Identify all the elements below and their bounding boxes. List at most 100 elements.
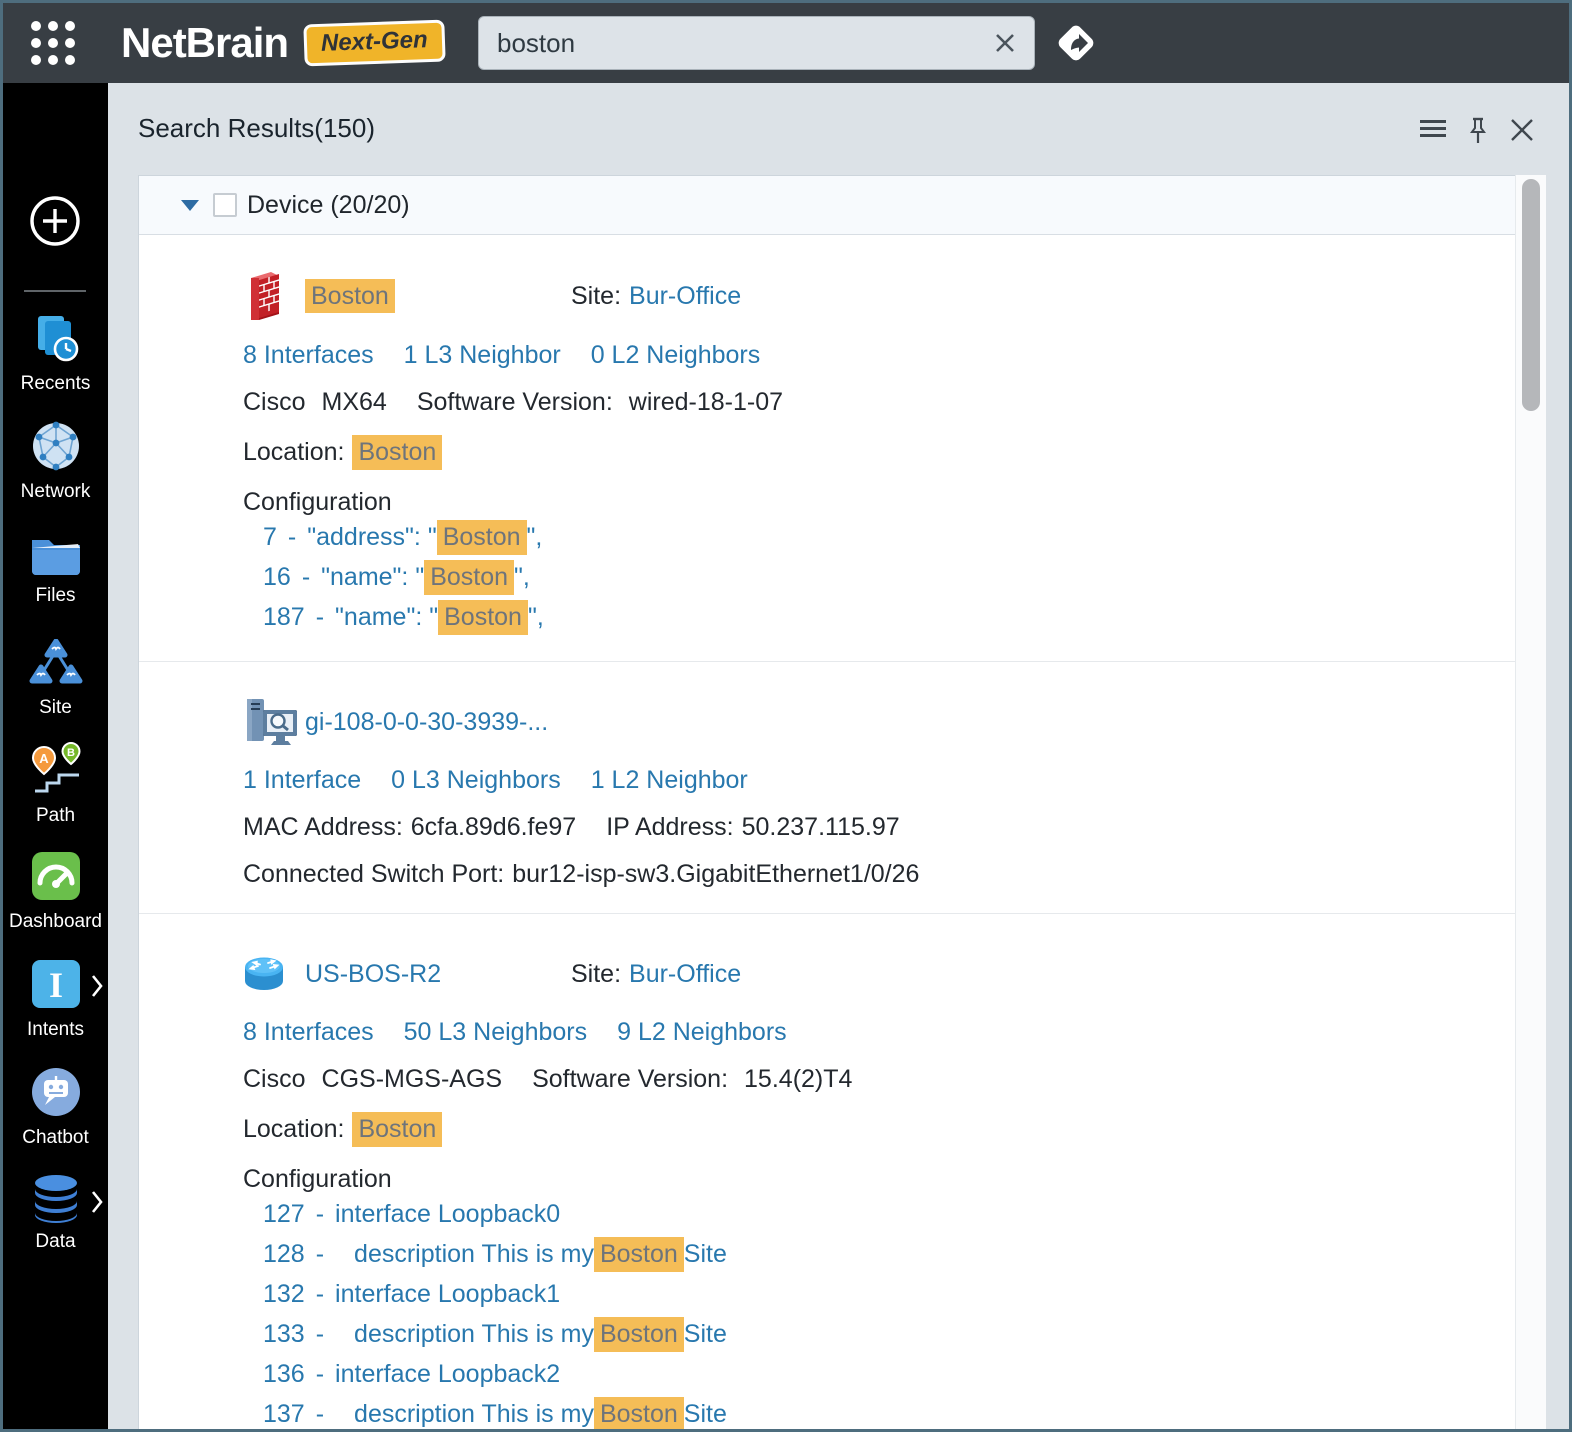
site-label: Site: bbox=[571, 282, 621, 311]
interfaces-link[interactable]: 8 Interfaces bbox=[243, 1018, 374, 1047]
match-highlight: Boston bbox=[594, 1397, 684, 1432]
collapse-triangle-icon[interactable] bbox=[181, 200, 199, 211]
sidebar-item-label: Path bbox=[3, 805, 108, 827]
config-line[interactable]: 137 - description This is my Boston Site bbox=[263, 1394, 1495, 1432]
netbrain-app-window: NetBrain Next-Gen bbox=[0, 0, 1572, 1432]
config-line[interactable]: 127 - interface Loopback0 bbox=[263, 1194, 1495, 1234]
site-label: Site: bbox=[571, 960, 621, 989]
sidebar-item-label: Chatbot bbox=[3, 1127, 108, 1149]
l2-neighbors-link[interactable]: 9 L2 Neighbors bbox=[617, 1018, 787, 1047]
config-line[interactable]: 16 - "name": "Boston", bbox=[263, 557, 1495, 597]
l2-neighbors-link[interactable]: 1 L2 Neighbor bbox=[591, 766, 748, 795]
device-group-header: Device (20/20) bbox=[139, 176, 1515, 235]
sidebar-item-label: Recents bbox=[3, 373, 108, 395]
sidebar-divider bbox=[24, 290, 86, 292]
config-line[interactable]: 128 - description This is my Boston Site bbox=[263, 1234, 1495, 1274]
sidebar-item-site[interactable]: Site bbox=[3, 639, 108, 719]
network-icon bbox=[29, 419, 83, 473]
router-icon bbox=[243, 955, 305, 993]
device-name-link[interactable]: gi-108-0-0-30-3939-... bbox=[305, 708, 548, 736]
vendor: Cisco bbox=[243, 1065, 306, 1094]
panel-close-icon[interactable] bbox=[1509, 117, 1535, 143]
go-search-icon[interactable] bbox=[1051, 18, 1101, 68]
global-search-box[interactable] bbox=[478, 16, 1035, 70]
sidebar-item-label: Site bbox=[3, 697, 108, 719]
results-card: Device (20/20) bbox=[138, 175, 1516, 1432]
interfaces-link[interactable]: 1 Interface bbox=[243, 766, 361, 795]
app-grid-icon[interactable] bbox=[31, 21, 75, 65]
site-icon bbox=[28, 639, 84, 689]
sidebar-item-intents[interactable]: I Intents bbox=[3, 957, 108, 1041]
panel-menu-icon[interactable] bbox=[1419, 117, 1447, 141]
config-line[interactable]: 7 - "address": "Boston", bbox=[263, 517, 1495, 557]
recents-icon bbox=[29, 311, 83, 365]
location-value: Boston bbox=[352, 1112, 442, 1147]
end-system-icon bbox=[243, 696, 305, 748]
search-results-panel: Search Results(150) Device (20/20) bbox=[108, 83, 1569, 1429]
site-link[interactable]: Bur-Office bbox=[629, 282, 741, 311]
mac-label: MAC Address: bbox=[243, 813, 403, 842]
config-line[interactable]: 187 - "name": "Boston", bbox=[263, 597, 1495, 637]
interfaces-link[interactable]: 8 Interfaces bbox=[243, 341, 374, 370]
model: CGS-MGS-AGS bbox=[322, 1065, 503, 1094]
switch-port-value: bur12-isp-sw3.GigabitEthernet1/0/26 bbox=[512, 860, 919, 889]
intents-icon: I bbox=[29, 957, 83, 1011]
software-version-label: Software Version: bbox=[417, 388, 613, 417]
vendor: Cisco bbox=[243, 388, 306, 417]
svg-text:I: I bbox=[48, 965, 62, 1005]
sidebar-item-label: Files bbox=[3, 585, 108, 607]
sidebar-item-files[interactable]: Files bbox=[3, 531, 108, 607]
sidebar-item-recents[interactable]: Recents bbox=[3, 311, 108, 395]
dashboard-icon bbox=[29, 849, 83, 903]
result-entry-endsystem: gi-108-0-0-30-3939-... 1 Interface 0 L3 … bbox=[139, 662, 1515, 914]
data-expand-icon[interactable] bbox=[90, 1189, 104, 1215]
sidebar-item-label: Data bbox=[3, 1231, 108, 1253]
l2-neighbors-link[interactable]: 0 L2 Neighbors bbox=[591, 341, 761, 370]
config-line[interactable]: 133 - description This is my Boston Site bbox=[263, 1314, 1495, 1354]
search-clear-icon[interactable] bbox=[992, 30, 1018, 56]
global-search-input[interactable] bbox=[495, 27, 992, 60]
left-sidebar: Recents Network bbox=[3, 83, 108, 1429]
software-version-value: wired-18-1-07 bbox=[629, 388, 783, 417]
device-name-link[interactable]: Boston bbox=[305, 279, 395, 313]
intents-expand-icon[interactable] bbox=[90, 973, 104, 999]
match-highlight: Boston bbox=[437, 520, 527, 555]
results-scrollbar-track[interactable] bbox=[1515, 175, 1546, 1429]
sidebar-item-data[interactable]: Data bbox=[3, 1173, 108, 1253]
software-version-value: 15.4(2)T4 bbox=[744, 1065, 852, 1094]
switch-port-label: Connected Switch Port: bbox=[243, 860, 504, 889]
sidebar-item-label: Network bbox=[3, 481, 108, 503]
config-line[interactable]: 132 - interface Loopback1 bbox=[263, 1274, 1495, 1314]
location-label: Location: bbox=[243, 1115, 344, 1144]
sidebar-item-network[interactable]: Network bbox=[3, 419, 108, 503]
device-name-link[interactable]: US-BOS-R2 bbox=[305, 960, 441, 988]
panel-pin-icon[interactable] bbox=[1467, 117, 1489, 145]
add-new-button[interactable] bbox=[29, 195, 81, 247]
chatbot-icon bbox=[29, 1065, 83, 1119]
sidebar-item-path[interactable]: A B Path bbox=[3, 741, 108, 827]
match-highlight: Boston bbox=[594, 1237, 684, 1272]
l3-neighbors-link[interactable]: 50 L3 Neighbors bbox=[404, 1018, 587, 1047]
netbrain-logo: NetBrain bbox=[121, 22, 288, 64]
software-version-label: Software Version: bbox=[532, 1065, 728, 1094]
firewall-icon bbox=[243, 269, 305, 323]
site-link[interactable]: Bur-Office bbox=[629, 960, 741, 989]
ip-label: IP Address: bbox=[606, 813, 733, 842]
config-line[interactable]: 136 - interface Loopback2 bbox=[263, 1354, 1495, 1394]
location-label: Location: bbox=[243, 438, 344, 467]
svg-text:B: B bbox=[67, 747, 75, 759]
model: MX64 bbox=[322, 388, 387, 417]
panel-title: Search Results(150) bbox=[138, 113, 375, 144]
l3-neighbors-link[interactable]: 0 L3 Neighbors bbox=[391, 766, 561, 795]
sidebar-item-label: Intents bbox=[3, 1019, 108, 1041]
l3-neighbors-link[interactable]: 1 L3 Neighbor bbox=[404, 341, 561, 370]
sidebar-item-dashboard[interactable]: Dashboard bbox=[3, 849, 108, 933]
device-group-checkbox[interactable] bbox=[213, 193, 237, 217]
sidebar-item-chatbot[interactable]: Chatbot bbox=[3, 1065, 108, 1149]
sidebar-item-label: Dashboard bbox=[3, 911, 108, 933]
match-highlight: Boston bbox=[438, 600, 528, 635]
next-gen-badge: Next-Gen bbox=[303, 20, 445, 67]
results-scrollbar-thumb[interactable] bbox=[1522, 179, 1540, 411]
device-group-label: Device (20/20) bbox=[247, 191, 410, 220]
configuration-label: Configuration bbox=[243, 488, 1495, 517]
